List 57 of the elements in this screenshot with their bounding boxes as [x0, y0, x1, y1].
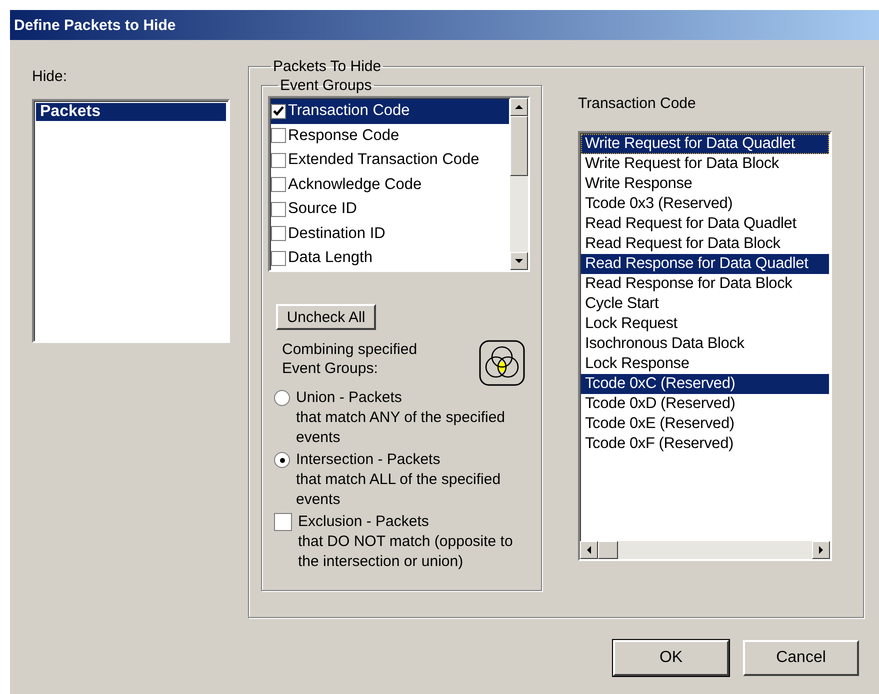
list-item[interactable]: Read Request for Data Quadlet — [581, 214, 829, 234]
cancel-button[interactable]: Cancel — [743, 640, 859, 676]
group-title: Event Groups — [279, 77, 373, 94]
list-item[interactable]: Tcode 0xE (Reserved) — [581, 414, 829, 434]
event-group-label[interactable]: Data Length — [288, 249, 372, 268]
ok-button[interactable]: OK — [613, 640, 729, 676]
list-item[interactable]: Cycle Start — [581, 294, 829, 314]
uncheck-all-button[interactable]: Uncheck All — [276, 304, 376, 330]
event-group-label[interactable]: Response Code — [288, 126, 400, 145]
option-label: Intersection - Packets that match ALL of the specified events — [296, 450, 502, 510]
left-arrow-icon — [585, 546, 593, 554]
list-item[interactable]: Read Request for Data Block — [581, 234, 829, 254]
hide-list[interactable]: Packets — [32, 99, 230, 343]
checkbox[interactable] — [271, 128, 286, 144]
list-item[interactable]: Lock Response — [581, 354, 829, 374]
checkbox[interactable] — [271, 152, 286, 168]
list-item[interactable]: Lock Request — [581, 314, 829, 334]
scroll-thumb[interactable] — [598, 541, 618, 559]
checkbox[interactable] — [271, 202, 286, 217]
list-item[interactable]: Write Request for Data Quadlet — [581, 134, 829, 154]
combining-label: Combining specified Event Groups: — [282, 340, 418, 379]
checkbox[interactable] — [271, 226, 286, 242]
list-item[interactable]: Write Request for Data Block — [581, 154, 829, 174]
event-groups-list[interactable]: Transaction Code Response Code Extended Transaction Code Acknowledge Code Source ID Destination ID Data Length — [268, 96, 530, 272]
list-item[interactable]: Isochronous Data Block — [581, 334, 829, 354]
group-title: Packets To Hide — [272, 58, 382, 75]
hide-list-item[interactable]: Packets — [36, 103, 226, 121]
option-label: Exclusion - Packets that DO NOT match (opposite to the intersection or union) — [298, 512, 514, 572]
option-label: Union - Packets that match ANY of the specified events — [296, 388, 506, 448]
up-arrow-icon — [515, 103, 523, 111]
right-arrow-icon — [817, 546, 825, 554]
list-item[interactable]: Tcode 0xF (Reserved) — [581, 434, 829, 454]
checkbox[interactable] — [274, 513, 292, 531]
list-item[interactable]: Tcode 0x3 (Reserved) — [581, 194, 829, 214]
list-item[interactable]: Tcode 0xC (Reserved) — [581, 374, 829, 394]
list-item[interactable]: Read Response for Data Block — [581, 274, 829, 294]
window-title: Define Packets to Hide — [10, 10, 879, 40]
hide-label: Hide: — [32, 68, 68, 85]
checkbox[interactable] — [271, 104, 286, 119]
list-item[interactable]: Write Response — [581, 174, 829, 194]
checkbox[interactable] — [271, 177, 286, 192]
event-group-label[interactable]: Source ID — [288, 200, 357, 218]
scrollbar[interactable] — [510, 98, 528, 270]
transaction-code-label: Transaction Code — [578, 95, 697, 112]
list-item[interactable]: Tcode 0xD (Reserved) — [581, 394, 829, 414]
checkbox[interactable] — [271, 250, 286, 266]
event-group-label[interactable]: Acknowledge Code — [288, 176, 422, 194]
venn-diagram-icon — [479, 340, 525, 386]
radio-button[interactable] — [274, 452, 290, 468]
down-arrow-icon — [515, 257, 523, 265]
list-item[interactable]: Read Response for Data Quadlet — [581, 254, 829, 274]
scrollbar[interactable] — [580, 541, 830, 559]
transaction-code-list[interactable] — [578, 131, 832, 561]
radio-button[interactable] — [274, 390, 290, 406]
event-group-label[interactable]: Extended Transaction Code — [288, 151, 480, 170]
event-group-label[interactable]: Destination ID — [288, 224, 386, 243]
scroll-thumb[interactable] — [510, 116, 528, 176]
